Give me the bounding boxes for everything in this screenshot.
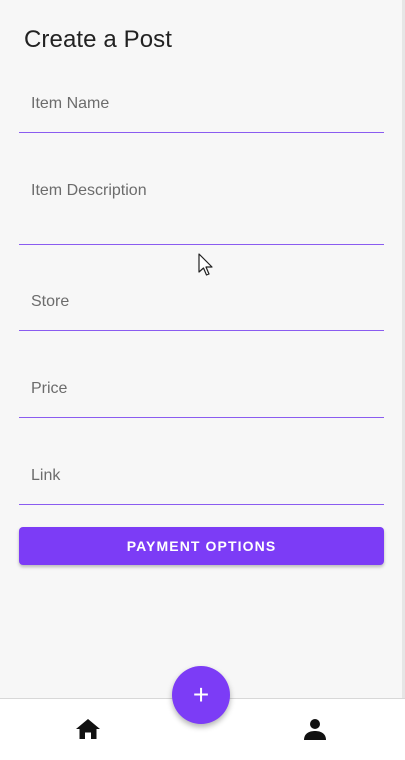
home-icon [75,717,101,746]
link-placeholder: Link [31,467,61,484]
page-title: Create a Post [24,26,173,53]
add-post-fab[interactable]: + [172,666,230,724]
store-field[interactable]: Store [19,278,384,331]
plus-icon: + [192,679,210,710]
price-placeholder: Price [31,380,68,397]
item-name-placeholder: Item Name [31,95,110,112]
price-field[interactable]: Price [19,365,384,418]
nav-profile-button[interactable] [299,715,331,747]
link-field[interactable]: Link [19,452,384,505]
item-name-field[interactable]: Item Name [19,80,384,133]
person-icon [303,717,327,746]
nav-home-button[interactable] [72,715,104,747]
store-placeholder: Store [31,293,70,310]
item-description-field[interactable]: Item Description [19,167,384,245]
payment-options-button[interactable]: PAYMENT OPTIONS [19,527,384,565]
payment-options-label: PAYMENT OPTIONS [126,538,277,554]
mouse-cursor-icon [198,253,214,282]
item-description-placeholder: Item Description [31,182,147,199]
